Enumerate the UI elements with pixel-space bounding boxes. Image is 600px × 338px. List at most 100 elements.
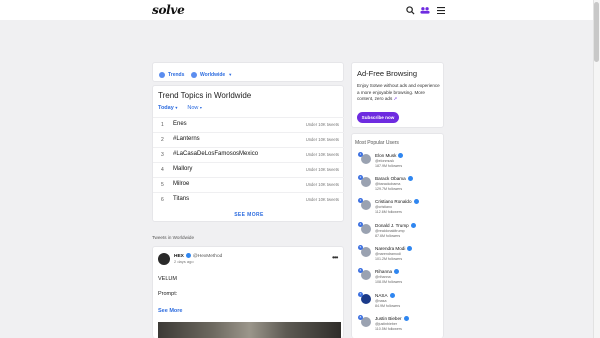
trend-count: Under 10K tweets — [305, 122, 339, 127]
user-name-label: Rihanna — [375, 269, 393, 274]
trend-name[interactable]: #Lanterns — [173, 136, 200, 142]
chevron-down-icon: ▾ — [199, 105, 202, 110]
popular-user[interactable]: 3 Cristiano Ronaldo @cristiano 112.6M fo… — [358, 198, 448, 218]
popular-user[interactable]: 1 Elon Musk @elonmusk 187.9M followers — [358, 152, 448, 172]
trend-row[interactable]: 3 #LaCasaDeLosFamososMexico Under 10K tw… — [153, 147, 345, 162]
user-name[interactable]: Rihanna — [375, 269, 400, 275]
user-followers: 87.6M followers — [375, 234, 401, 238]
user-followers: 84.9M followers — [375, 304, 401, 308]
globe-icon — [191, 71, 197, 78]
verified-icon — [407, 176, 413, 182]
user-name[interactable]: NASA — [375, 293, 395, 299]
trend-rank: 5 — [161, 182, 164, 188]
tweet-see-more-button[interactable]: See More — [158, 308, 182, 314]
user-name[interactable]: Elon Musk — [375, 153, 404, 159]
trends-card: Trend Topics in Worldwide Today ▾ Now ▾ … — [152, 85, 345, 222]
trends-filter[interactable]: Trends — [159, 69, 184, 80]
user-name-label: Justin Bieber — [375, 316, 402, 321]
rank-badge: 6 — [358, 268, 363, 273]
ad-free-text: Enjoy Sotwe without ads and experience a… — [357, 83, 442, 103]
avatar[interactable] — [158, 253, 170, 265]
menu-icon[interactable] — [436, 5, 446, 15]
user-followers: 187.9M followers — [375, 164, 403, 168]
scrollbar[interactable] — [593, 0, 600, 338]
trend-name[interactable]: Titans — [173, 196, 189, 202]
trend-name[interactable]: Mallory — [173, 166, 192, 172]
rank-badge: 8 — [358, 315, 363, 320]
verified-icon — [410, 223, 416, 229]
see-more-trends-button[interactable]: SEE MORE — [153, 212, 345, 218]
user-handle: @rihanna — [375, 275, 391, 279]
tab-today-label: Today — [158, 105, 174, 111]
user-name-label: Barack Obama — [375, 176, 406, 181]
user-handle: @barackobama — [375, 182, 401, 186]
popular-user[interactable]: 7 NASA @nasa 84.9M followers — [358, 292, 448, 312]
search-icon[interactable] — [405, 5, 415, 15]
more-options-icon[interactable]: ••• — [332, 253, 338, 262]
user-name[interactable]: Donald J. Trump — [375, 223, 416, 229]
trend-row[interactable]: 4 Mallory Under 10K tweets — [153, 162, 345, 177]
verified-icon — [403, 316, 409, 322]
trend-icon — [159, 71, 165, 78]
region-dropdown-label: Worldwide — [200, 71, 226, 78]
tweet-image[interactable] — [158, 322, 341, 338]
trend-rank: 6 — [161, 197, 164, 203]
trend-name[interactable]: Milroe — [173, 181, 189, 187]
popular-user[interactable]: 4 Donald J. Trump @realdonaldtrump 87.6M… — [358, 222, 448, 242]
trend-row[interactable]: 1 Enes Under 10K tweets — [153, 117, 345, 132]
popular-user[interactable]: 5 Narendra Modi @narendramodi 101.2M fol… — [358, 245, 448, 265]
rank-badge: 1 — [358, 152, 363, 157]
trend-count: Under 10K tweets — [305, 197, 339, 202]
user-name[interactable]: Cristiano Ronaldo — [375, 199, 419, 205]
user-followers: 101.2M followers — [375, 257, 403, 261]
user-handle: @nasa — [375, 299, 387, 303]
user-name[interactable]: Narendra Modi — [375, 246, 413, 252]
trend-count: Under 10K tweets — [305, 182, 339, 187]
trend-rank: 4 — [161, 167, 164, 173]
tab-today[interactable]: Today ▾ — [158, 105, 177, 111]
subscribe-button[interactable]: Subscribe now — [357, 112, 399, 123]
trend-count: Under 10K tweets — [305, 152, 339, 157]
rank-badge: 3 — [358, 198, 363, 203]
verified-icon — [398, 153, 404, 159]
tab-now-label: Now — [187, 105, 199, 111]
verified-icon — [185, 253, 191, 258]
tweet-author[interactable]: HEX @HexMethod — [174, 253, 222, 259]
trend-name[interactable]: #LaCasaDeLosFamososMexico — [173, 151, 258, 157]
verified-icon — [413, 199, 419, 205]
trend-row[interactable]: 2 #Lanterns Under 10K tweets — [153, 132, 345, 147]
user-name-label: Cristiano Ronaldo — [375, 199, 412, 204]
trend-row[interactable]: 6 Titans Under 10K tweets — [153, 192, 345, 207]
tweet-text-line: VELUM — [158, 276, 177, 282]
trend-row[interactable]: 5 Milroe Under 10K tweets — [153, 177, 345, 192]
user-name-label: Narendra Modi — [375, 246, 406, 251]
popular-user[interactable]: 6 Rihanna @rihanna 108.0M followers — [358, 268, 448, 288]
user-name[interactable]: Justin Bieber — [375, 316, 409, 322]
region-dropdown[interactable]: Worldwide ▼ — [191, 69, 232, 80]
tab-now[interactable]: Now ▾ — [187, 105, 202, 111]
user-followers: 112.6M followers — [375, 210, 402, 214]
scrollbar-thumb[interactable] — [594, 2, 599, 62]
trend-count: Under 10K tweets — [305, 137, 339, 142]
tweet-card: HEX @HexMethod 2 days ago ••• VELUM Promp… — [152, 246, 344, 338]
ad-free-text-body: Enjoy Sotwe without ads and experience a… — [357, 83, 440, 101]
users-icon[interactable] — [420, 5, 430, 15]
user-followers: 108.0M followers — [375, 280, 403, 284]
rank-badge: 2 — [358, 175, 363, 180]
verified-icon — [407, 246, 413, 252]
popular-user[interactable]: 2 Barack Obama @barackobama 129.7M follo… — [358, 175, 448, 195]
top-bar: solve — [0, 0, 593, 20]
user-handle: @justinbieber — [375, 322, 398, 326]
popular-user[interactable]: 8 Justin Bieber @justinbieber 110.5M fol… — [358, 315, 448, 335]
user-followers: 129.7M followers — [375, 187, 403, 191]
trend-name[interactable]: Enes — [173, 121, 187, 127]
trend-rank: 3 — [161, 152, 164, 158]
logo[interactable]: solve — [152, 3, 185, 17]
user-followers: 110.5M followers — [375, 327, 402, 331]
trends-filter-label: Trends — [168, 71, 185, 78]
verified-icon — [394, 269, 400, 275]
ad-free-title: Ad-Free Browsing — [357, 69, 418, 78]
verified-icon — [389, 293, 395, 299]
trends-title: Trend Topics in Worldwide — [158, 91, 252, 100]
user-name[interactable]: Barack Obama — [375, 176, 413, 182]
